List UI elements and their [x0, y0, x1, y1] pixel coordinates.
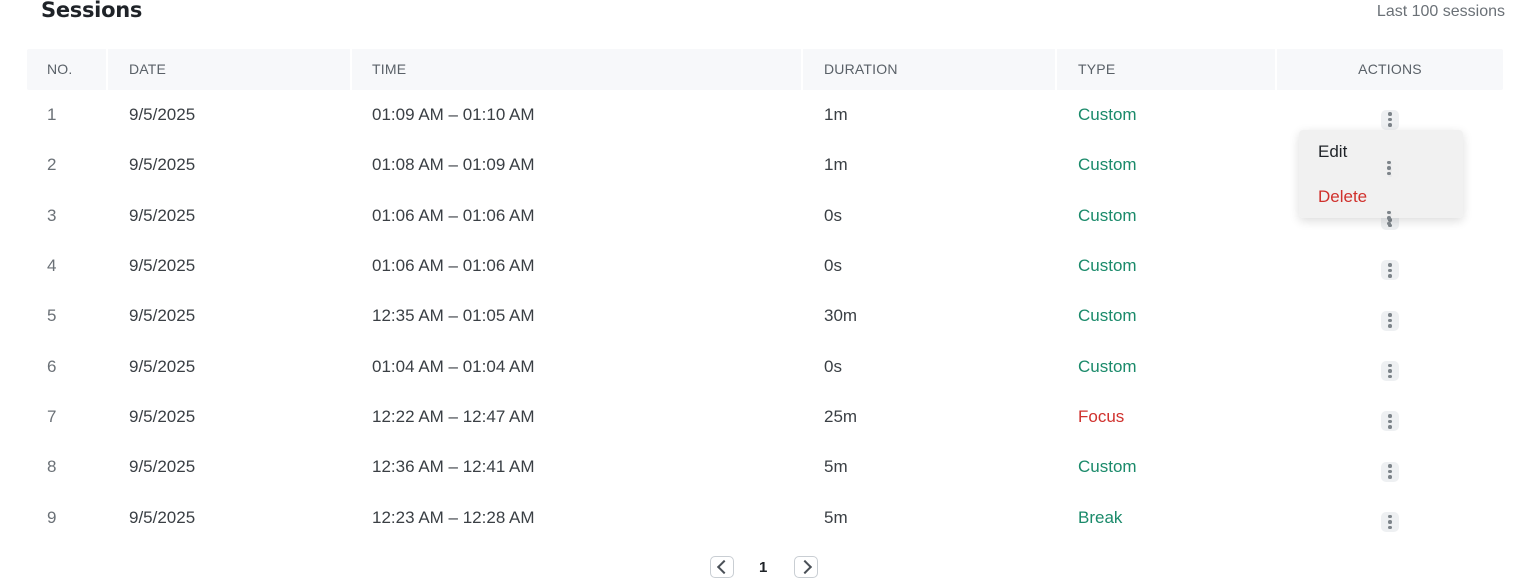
row-date: 9/5/2025 [129, 507, 196, 527]
row-number: 4 [47, 256, 57, 276]
row-type: Focus [1078, 406, 1125, 426]
row-type: Custom [1078, 205, 1137, 225]
row-time: 12:36 AM – 12:41 AM [372, 457, 535, 477]
row-actions-cell [1277, 252, 1503, 281]
page-title: Sessions [41, 0, 143, 22]
current-page-number[interactable]: 1 [759, 559, 767, 576]
table-row: 9 9/5/2025 12:23 AM – 12:28 AM 5m Break [27, 492, 1503, 542]
row-number: 7 [47, 406, 57, 426]
row-actions-cell [1277, 403, 1503, 432]
row-number: 9 [47, 507, 57, 527]
table-row: 4 9/5/2025 01:06 AM – 01:06 AM 0s Custom [27, 241, 1503, 291]
table-header: NO. DATE TIME DURATION TYPE ACTIONS [27, 49, 1503, 90]
row-type: Custom [1078, 155, 1137, 175]
row-duration: 5m [824, 507, 848, 527]
row-time: 01:06 AM – 01:06 AM [372, 205, 535, 225]
row-actions-menu: Edit Delete [1299, 130, 1463, 226]
column-header-no: NO. [27, 49, 108, 90]
column-header-duration: DURATION [803, 49, 1057, 90]
row-type: Custom [1078, 105, 1137, 125]
row-type: Custom [1078, 256, 1137, 276]
row-number: 2 [47, 155, 57, 175]
table-row: 2 9/5/2025 01:08 AM – 01:09 AM 1m Custom [27, 140, 1503, 190]
row-date: 9/5/2025 [129, 155, 196, 175]
more-vertical-icon[interactable] [1381, 361, 1399, 381]
row-date: 9/5/2025 [129, 105, 196, 125]
more-vertical-icon[interactable] [1381, 260, 1399, 281]
pagination: 1 [0, 556, 1516, 578]
more-vertical-icon [1380, 158, 1398, 178]
column-header-date: DATE [108, 49, 352, 90]
row-number: 1 [47, 105, 57, 125]
row-type: Custom [1078, 306, 1137, 326]
row-duration: 25m [824, 406, 858, 426]
row-number: 8 [47, 457, 57, 477]
row-time: 12:22 AM – 12:47 AM [372, 406, 535, 426]
row-duration: 1m [824, 105, 848, 125]
row-time: 01:06 AM – 01:06 AM [372, 256, 535, 276]
sessions-count-label: Last 100 sessions [1376, 3, 1505, 20]
row-type: Break [1078, 507, 1123, 527]
table-row: 7 9/5/2025 12:22 AM – 12:47 AM 25m Focus [27, 392, 1503, 442]
row-duration: 5m [824, 457, 848, 477]
column-header-type: TYPE [1057, 49, 1277, 90]
row-time: 12:23 AM – 12:28 AM [372, 507, 535, 527]
row-date: 9/5/2025 [129, 306, 196, 326]
row-time: 01:09 AM – 01:10 AM [372, 105, 535, 125]
next-page-button[interactable] [794, 556, 818, 578]
row-time: 01:08 AM – 01:09 AM [372, 155, 535, 175]
more-vertical-icon[interactable] [1381, 461, 1399, 482]
row-date: 9/5/2025 [129, 256, 196, 276]
row-time: 12:35 AM – 01:05 AM [372, 306, 535, 326]
more-vertical-icon[interactable] [1381, 109, 1399, 130]
table-row: 1 9/5/2025 01:09 AM – 01:10 AM 1m Custom [27, 90, 1503, 140]
row-duration: 30m [824, 306, 858, 326]
row-duration: 0s [824, 256, 842, 276]
chevron-right-icon [797, 559, 812, 575]
more-vertical-icon[interactable] [1381, 411, 1399, 432]
row-time: 01:04 AM – 01:04 AM [372, 356, 535, 376]
more-vertical-icon[interactable] [1381, 310, 1399, 331]
row-duration: 1m [824, 155, 848, 175]
row-duration: 0s [824, 205, 842, 225]
row-number: 6 [47, 356, 57, 376]
more-vertical-icon [1380, 208, 1398, 228]
row-date: 9/5/2025 [129, 406, 196, 426]
row-duration: 0s [824, 356, 842, 376]
row-type: Custom [1078, 457, 1137, 477]
row-number: 5 [47, 306, 57, 326]
row-date: 9/5/2025 [129, 457, 196, 477]
row-number: 3 [47, 205, 57, 225]
row-date: 9/5/2025 [129, 205, 196, 225]
row-actions-cell [1277, 101, 1503, 130]
row-date: 9/5/2025 [129, 356, 196, 376]
table-row: 6 9/5/2025 01:04 AM – 01:04 AM 0s Custom [27, 341, 1503, 391]
table-row: 3 9/5/2025 01:06 AM – 01:06 AM 0s Custom [27, 191, 1503, 241]
previous-page-button[interactable] [710, 556, 734, 578]
table-body: 1 9/5/2025 01:09 AM – 01:10 AM 1m Custom 2 9/5… [27, 90, 1503, 543]
row-type: Custom [1078, 356, 1137, 376]
row-actions-cell [1277, 352, 1503, 381]
column-header-time: TIME [352, 49, 803, 90]
table-row: 5 9/5/2025 12:35 AM – 01:05 AM 30m Custom [27, 291, 1503, 341]
more-vertical-icon[interactable] [1381, 511, 1399, 532]
edit-menu-item[interactable]: Edit [1318, 142, 1347, 162]
row-actions-cell [1277, 503, 1503, 532]
chevron-left-icon [716, 559, 731, 575]
sessions-table: NO. DATE TIME DURATION TYPE ACTIONS 1 9/5… [27, 49, 1503, 543]
row-actions-cell [1277, 302, 1503, 331]
column-header-actions: ACTIONS [1358, 61, 1422, 77]
row-actions-cell [1277, 453, 1503, 482]
delete-menu-item[interactable]: Delete [1318, 187, 1367, 207]
table-row: 8 9/5/2025 12:36 AM – 12:41 AM 5m Custom [27, 442, 1503, 492]
